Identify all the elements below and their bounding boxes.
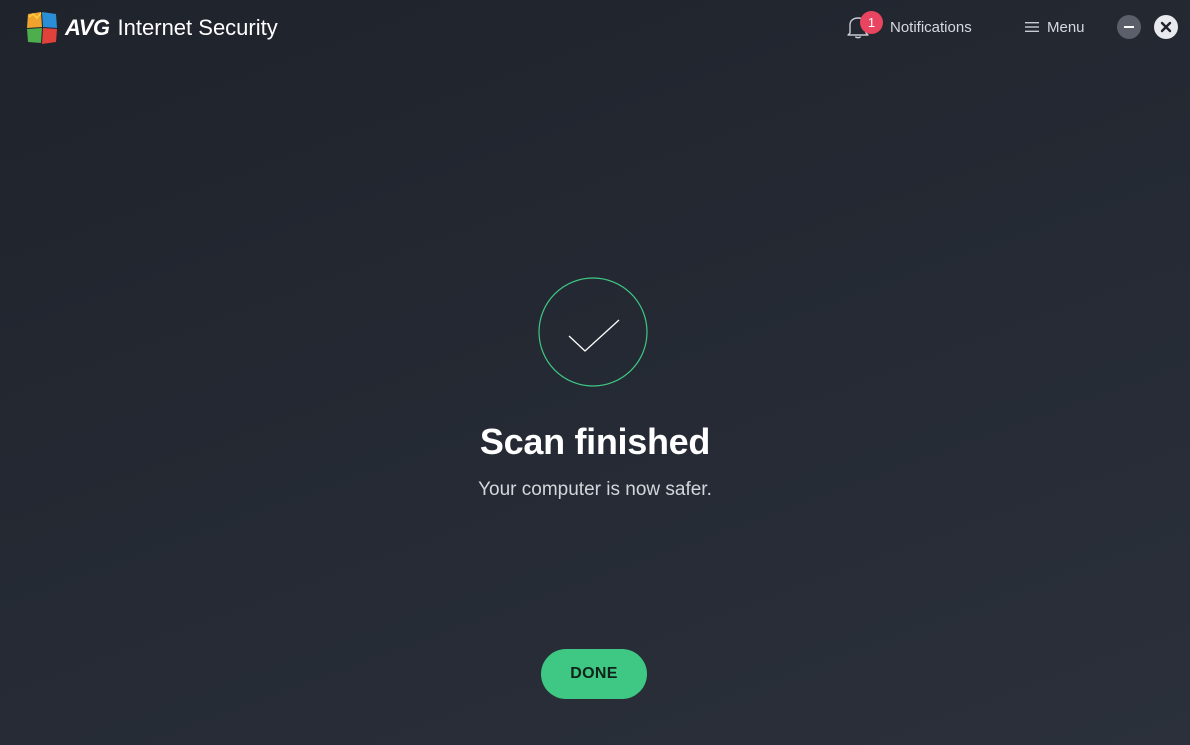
scan-status-subtitle: Your computer is now safer. (478, 479, 712, 500)
menu-button[interactable]: Menu (1024, 10, 1085, 44)
product-name: Internet Security (117, 15, 278, 40)
scan-status-title: Scan finished (479, 421, 711, 462)
title-bar: AVG Internet Security 1 Notifications Me… (0, 0, 1190, 56)
bell-wrap: 1 (846, 11, 883, 40)
minimize-button[interactable] (1117, 15, 1141, 39)
brand: AVG Internet Security (25, 9, 278, 47)
minimize-icon (1124, 26, 1134, 28)
done-button[interactable]: DONE (541, 649, 647, 699)
checkmark-icon (538, 277, 648, 387)
avg-logo-icon (27, 12, 57, 44)
notifications-button[interactable]: 1 Notifications (846, 10, 972, 44)
menu-label: Menu (1047, 18, 1085, 36)
hamburger-icon (1025, 22, 1039, 32)
brand-name: AVG (65, 15, 110, 40)
close-icon (1160, 21, 1172, 33)
notifications-label: Notifications (890, 18, 972, 36)
notifications-badge: 1 (860, 11, 883, 34)
close-button[interactable] (1154, 15, 1178, 39)
